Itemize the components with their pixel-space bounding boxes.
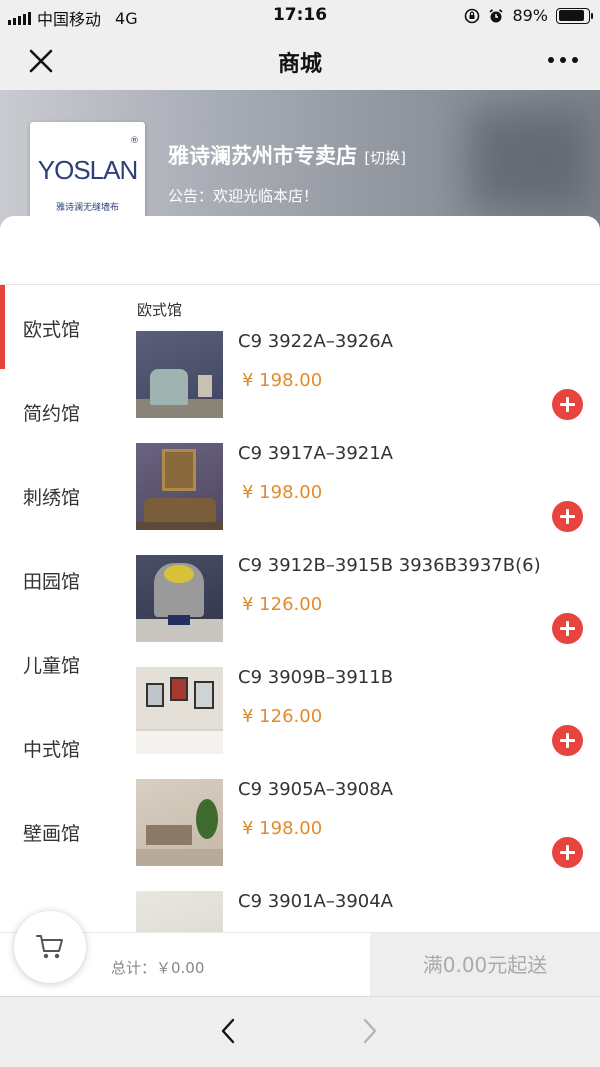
add-to-cart-button[interactable] [552,725,583,756]
logo-subtext: 雅诗澜无缝墙布 [55,203,119,213]
category-sidebar: 欧式馆 简约馆 刺绣馆 田园馆 儿童馆 中式馆 壁画馆 [0,285,118,873]
battery-fill [558,10,585,21]
store-name-text: 雅诗澜苏州市专卖店 [168,144,357,168]
store-name: 雅诗澜苏州市专卖店 [切换] [168,140,406,170]
category-item-pastoral[interactable]: 田园馆 [0,537,118,621]
category-label: 壁画馆 [23,823,81,845]
section-title: 欧式馆 [137,301,183,319]
category-item-kids[interactable]: 儿童馆 [0,621,118,705]
product-image[interactable] [136,331,223,418]
product-name: C9 3922A–3926A [238,331,393,352]
product-item[interactable]: C9 3912B–3915B 3936B3937B(6) ¥ 126.00 [118,555,600,667]
product-image[interactable] [136,891,223,936]
category-label: 简约馆 [23,403,81,425]
battery-percent: 89% [512,6,548,25]
product-item[interactable]: C9 3917A–3921A ¥ 198.00 [118,443,600,555]
checkout-button[interactable]: 满0.00元起送 [370,933,600,997]
battery-icon [556,7,593,24]
product-name: C9 3917A–3921A [238,443,393,464]
category-label: 田园馆 [23,571,81,593]
product-item[interactable]: C9 3905A–3908A ¥ 198.00 [118,779,600,891]
logo-wordmark: YOSLAN [37,155,139,185]
browser-nav [0,996,600,1067]
product-image[interactable] [136,555,223,642]
more-icon[interactable] [546,48,580,72]
product-list: 欧式馆 C9 3922A–3926A ¥ 198.00 C9 3917A–392… [118,285,600,936]
add-to-cart-button[interactable] [552,389,583,420]
category-label: 刺绣馆 [23,487,81,509]
product-price: ¥ 126.00 [242,594,323,615]
add-to-cart-button[interactable] [552,501,583,532]
product-image[interactable] [136,779,223,866]
product-name: C9 3912B–3915B 3936B3937B(6) [238,555,541,576]
cart-button[interactable] [14,911,86,983]
product-item[interactable]: C9 3901A–3904A [118,891,600,936]
category-label: 儿童馆 [23,655,81,677]
category-item-embroidery[interactable]: 刺绣馆 [0,453,118,537]
page-title: 商城 [277,52,322,77]
product-price: ¥ 126.00 [242,706,323,727]
status-right: 89% [464,6,593,25]
nav-bar: 商城 [0,32,600,90]
logo-registered-mark: ® [130,136,139,146]
status-bar: 中国移动 4G 17:16 89% [0,0,600,32]
alarm-icon [489,8,504,22]
add-to-cart-button[interactable] [552,837,583,868]
product-price: ¥ 198.00 [242,370,323,391]
add-to-cart-button[interactable] [552,613,583,644]
chevron-right-icon[interactable] [360,1017,380,1045]
rotation-lock-icon [465,8,480,23]
chevron-left-icon[interactable] [218,1017,238,1045]
category-label: 中式馆 [23,739,81,761]
category-item-european[interactable]: 欧式馆 [0,285,118,369]
cart-icon [36,935,63,959]
product-price: ¥ 198.00 [242,482,323,503]
product-image[interactable] [136,667,223,754]
content-card: 欧式馆 简约馆 刺绣馆 田园馆 儿童馆 中式馆 壁画馆 欧式馆 C9 3922A… [0,216,600,936]
category-item-chinese[interactable]: 中式馆 [0,705,118,789]
product-name: C9 3901A–3904A [238,891,393,912]
checkout-bar: 总计：￥0.00 满0.00元起送 [0,911,600,997]
product-image[interactable] [136,443,223,530]
product-item[interactable]: C9 3922A–3926A ¥ 198.00 [118,331,600,443]
category-label: 欧式馆 [23,319,81,341]
store-switch-link[interactable]: [切换] [364,149,406,167]
cart-total: 总计：￥0.00 [111,959,205,977]
product-name: C9 3909B–3911B [238,667,394,688]
product-name: C9 3905A–3908A [238,779,393,800]
category-item-mural[interactable]: 壁画馆 [0,789,118,873]
store-notice: 公告：欢迎光临本店！ [168,187,319,205]
product-item[interactable]: C9 3909B–3911B ¥ 126.00 [118,667,600,779]
category-item-minimalist[interactable]: 简约馆 [0,369,118,453]
product-price: ¥ 198.00 [242,818,323,839]
